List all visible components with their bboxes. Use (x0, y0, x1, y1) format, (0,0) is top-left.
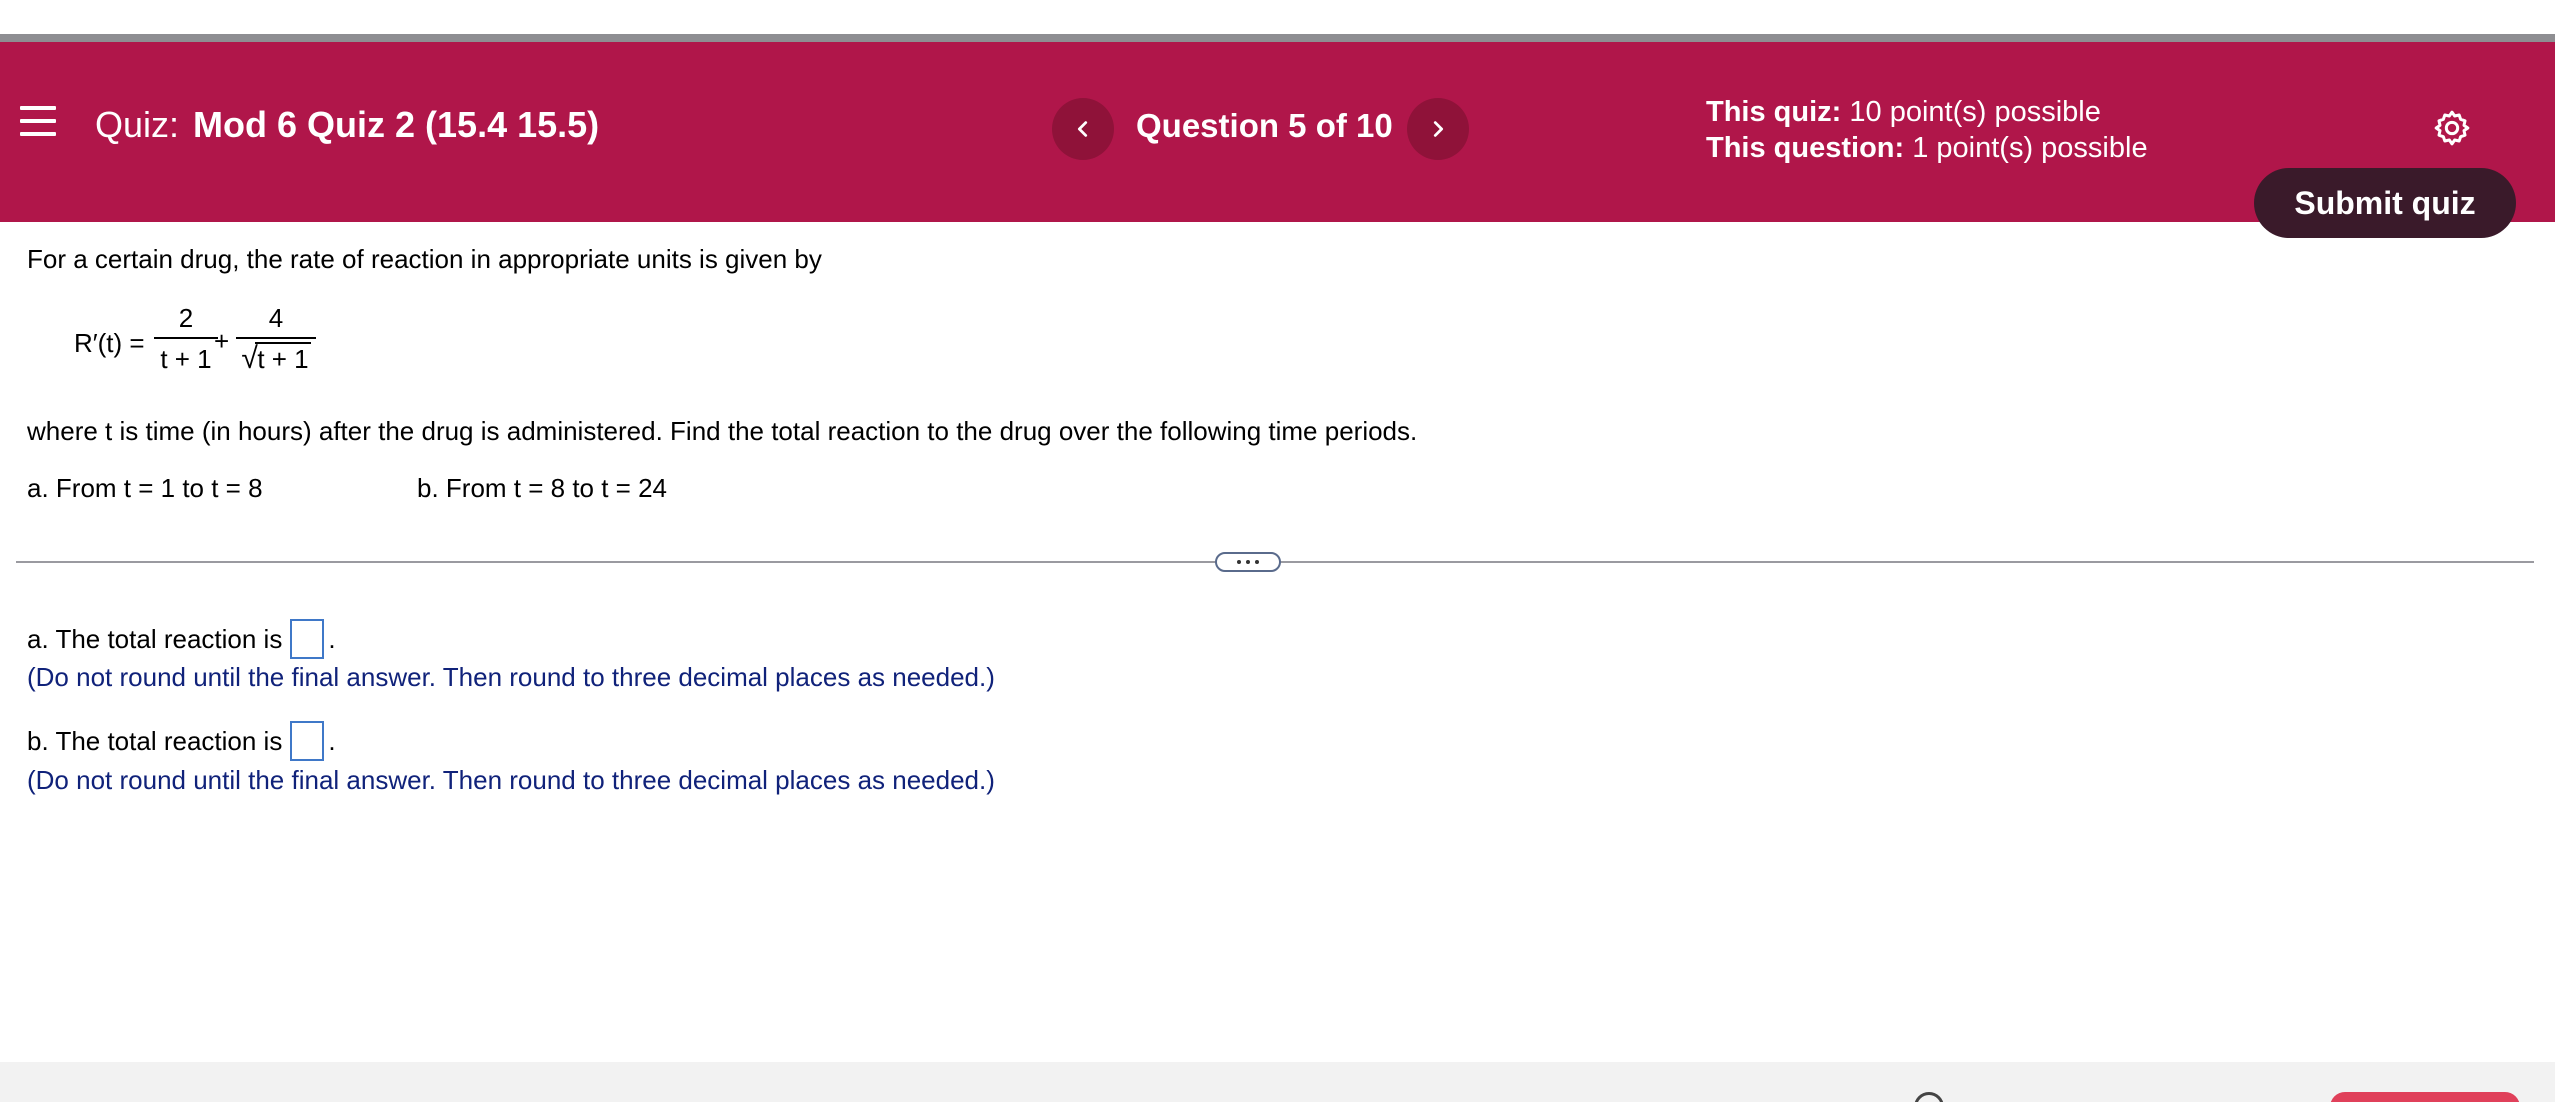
quiz-title-name: Mod 6 Quiz 2 (15.4 15.5) (193, 104, 600, 145)
top-grey-bar (0, 34, 2555, 42)
footer-bar (0, 1062, 2555, 1102)
next-question-button[interactable] (1407, 98, 1469, 160)
ellipsis-icon[interactable] (1215, 552, 1281, 572)
formula-plus: + (214, 326, 230, 356)
quiz-title-prefix: Quiz: (95, 104, 180, 145)
radicand: t + 1 (255, 342, 311, 374)
question-points: This question: 1 point(s) possible (1706, 130, 2148, 166)
answer-b-hint: (Do not round until the final answer. Th… (27, 765, 995, 795)
answer-a-label: a. The total reaction is (27, 623, 283, 654)
quiz-points: This quiz: 10 point(s) possible (1706, 94, 2148, 130)
previous-question-button[interactable] (1052, 98, 1114, 160)
square-root: √ t + 1 (241, 342, 311, 375)
chevron-right-icon (1433, 121, 1444, 137)
points-info: This quiz: 10 point(s) possible This que… (1706, 94, 2148, 166)
chevron-left-icon (1077, 121, 1088, 137)
fraction-one-bar (154, 337, 218, 339)
answer-a-period: . (328, 623, 336, 654)
submit-quiz-button[interactable]: Submit quiz (2254, 168, 2516, 238)
fraction-one-numerator: 2 (178, 303, 194, 333)
formula-lhs: R′(t) = (74, 328, 145, 358)
quiz-title: Quiz: Mod 6 Quiz 2 (15.4 15.5) (95, 104, 599, 146)
fraction-two-numerator: 4 (268, 303, 284, 333)
answer-b-input[interactable] (290, 721, 325, 761)
menu-icon[interactable] (20, 106, 56, 140)
info-icon[interactable] (1914, 1092, 1944, 1102)
problem-intro: For a certain drug, the rate of reaction… (27, 244, 822, 274)
question-points-label: This question: (1706, 132, 1905, 164)
fraction-two-denominator: √ t + 1 (236, 342, 316, 375)
answer-a-input[interactable] (290, 619, 325, 659)
answer-a-hint: (Do not round until the final answer. Th… (27, 662, 995, 692)
question-points-value: 1 point(s) possible (1912, 132, 2148, 164)
quiz-points-label: This quiz: (1706, 96, 1842, 128)
answer-a-line: a. The total reaction is . (27, 619, 336, 659)
gear-icon[interactable] (2432, 108, 2472, 148)
fraction-two: 4 √ t + 1 (236, 300, 316, 375)
question-counter: Question 5 of 10 (1136, 107, 1393, 144)
fraction-one-denominator: t + 1 (160, 344, 212, 374)
top-strip (0, 0, 2555, 42)
radical-sign: √ (241, 342, 258, 375)
problem-part-b: b. From t = 8 to t = 24 (417, 473, 668, 503)
answer-b-line: b. The total reaction is . (27, 721, 336, 761)
answer-b-period: . (328, 725, 336, 756)
problem-where-text: where t is time (in hours) after the dru… (27, 416, 1418, 446)
problem-part-a: a. From t = 1 to t = 8 (27, 473, 263, 503)
quiz-points-value: 10 point(s) possible (1849, 96, 2101, 128)
answer-b-label: b. The total reaction is (27, 725, 283, 756)
footer-action-button[interactable] (2330, 1092, 2520, 1102)
fraction-two-bar (236, 337, 316, 339)
fraction-one: 2 t + 1 (154, 300, 218, 375)
quiz-header: Quiz: Mod 6 Quiz 2 (15.4 15.5) Question 5… (0, 42, 2555, 238)
